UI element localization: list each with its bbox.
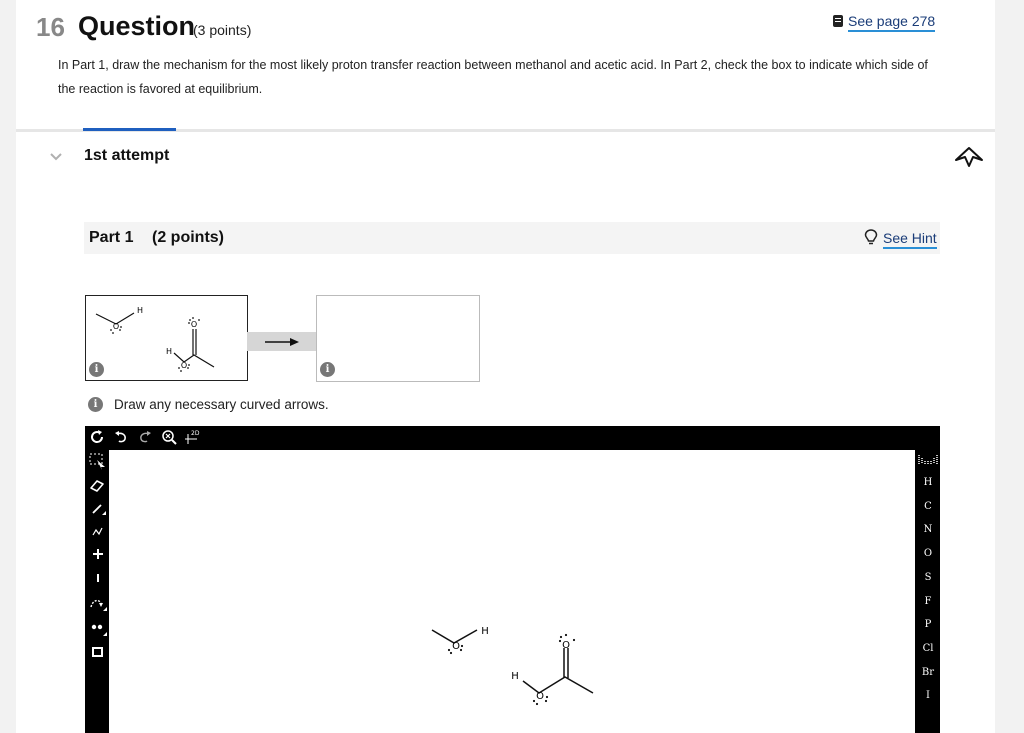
active-tab-indicator <box>83 128 176 131</box>
products-box[interactable] <box>316 295 480 382</box>
instruction-info-icon: i <box>88 397 103 412</box>
attempt-heading[interactable]: 1st attempt <box>84 147 169 165</box>
part-points: (2 points) <box>152 229 224 246</box>
canvas-acetic-acid-structure: O O H <box>511 633 594 706</box>
question-number: 16 <box>36 12 65 42</box>
question-points: (3 points) <box>193 22 252 38</box>
question-title: Question <box>78 11 196 41</box>
chain-icon[interactable] <box>91 525 105 542</box>
bracket-icon[interactable] <box>91 645 105 662</box>
lightbulb-icon <box>864 229 878 245</box>
canvas-acetic-hydrogen: H <box>511 671 519 682</box>
question-instructions: In Part 1, draw the mechanism for the mo… <box>58 58 928 96</box>
curved-arrow-icon[interactable] <box>89 595 107 616</box>
see-page-link[interactable]: See page 278 <box>833 13 936 32</box>
element-br-button[interactable]: Br <box>919 667 937 678</box>
element-n-button[interactable]: N <box>919 524 937 535</box>
element-cl-button[interactable]: Cl <box>919 643 937 654</box>
element-c-button[interactable]: C <box>919 501 937 512</box>
reaction-arrow-bar <box>247 332 316 351</box>
pin-icon[interactable] <box>954 146 984 175</box>
select-icon[interactable] <box>89 453 107 474</box>
canvas-acetic-hydroxyl-oxygen: O <box>536 691 544 702</box>
minus-charge-icon[interactable] <box>92 572 104 587</box>
element-s-button[interactable]: S <box>919 572 937 583</box>
2d-template-icon[interactable]: 2D <box>185 429 201 448</box>
reactants-box[interactable]: O H O O H <box>85 295 248 381</box>
bond-icon[interactable] <box>90 501 106 520</box>
redo-icon[interactable] <box>138 430 152 447</box>
eraser-icon[interactable] <box>89 478 107 495</box>
element-o-button[interactable]: O <box>919 548 937 559</box>
draw-instruction: Draw any necessary curved arrows. <box>114 397 329 412</box>
undo-icon[interactable] <box>114 430 128 447</box>
products-info-icon[interactable]: i <box>320 362 335 377</box>
see-hint-link[interactable]: See Hint <box>864 229 937 249</box>
2d-template-label: 2D <box>191 430 200 437</box>
see-page-label: See page 278 <box>848 13 936 32</box>
book-icon <box>833 15 843 27</box>
lone-pair-icon[interactable] <box>90 621 108 640</box>
part-label: Part 1 <box>89 229 134 246</box>
element-i-button[interactable]: I <box>919 690 937 701</box>
zoom-reset-icon[interactable] <box>161 429 177 448</box>
canvas-acetic-carbonyl-oxygen: O <box>562 640 570 651</box>
acetic-hydroxyl-oxygen: O <box>181 361 187 370</box>
refresh-icon[interactable] <box>89 429 105 448</box>
plus-charge-icon[interactable] <box>92 548 104 563</box>
structure-editor: 2D O H O O H H C N O S F P Cl Br I <box>85 426 940 733</box>
element-f-button[interactable]: F <box>919 596 937 607</box>
element-h-button[interactable]: H <box>919 477 937 488</box>
reaction-arrow-icon <box>265 338 299 346</box>
chevron-down-icon[interactable] <box>50 150 62 164</box>
periodic-table-icon[interactable] <box>918 453 938 468</box>
see-hint-label: See Hint <box>883 230 937 249</box>
drawing-canvas[interactable]: O H O O H <box>109 450 915 733</box>
element-p-button[interactable]: P <box>919 619 937 630</box>
acetic-hydrogen: H <box>166 347 172 356</box>
reactants-info-icon[interactable]: i <box>89 362 104 377</box>
acetic-carbonyl-oxygen: O <box>191 320 197 329</box>
acetic-acid-structure: O O H <box>166 317 215 372</box>
